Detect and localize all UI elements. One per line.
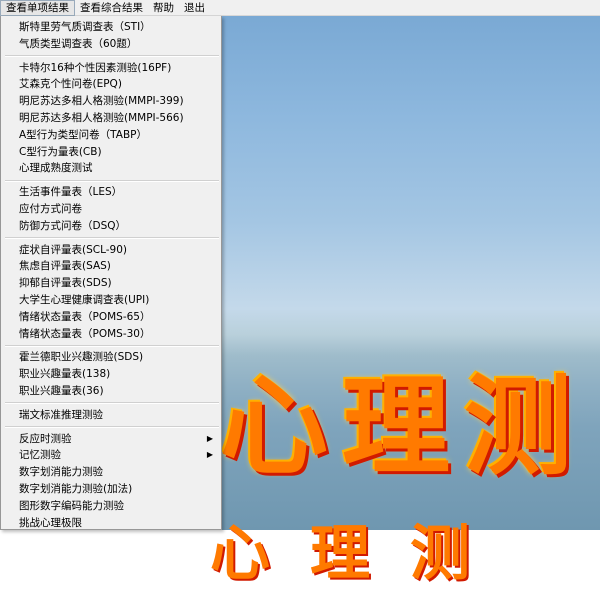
menu-item-label: 斯特里劳气质调查表（STI） (19, 21, 151, 33)
menu-item[interactable]: 职业兴趣量表(36) (1, 383, 221, 400)
menu-item-label: 反应时测验 (19, 432, 72, 445)
menu-item-label: 明尼苏达多相人格测验(MMPI-399) (19, 95, 184, 108)
menu-item-label: 霍兰德职业兴趣测验(SDS) (19, 351, 144, 364)
menu-separator (5, 237, 219, 240)
menu-item[interactable]: 气质类型调查表（60题） (1, 36, 221, 53)
menu-item-label: 瑞文标准推理测验 (19, 408, 103, 421)
menu-item[interactable]: 数字划消能力测验 (1, 464, 221, 481)
menu-item[interactable]: 瑞文标准推理测验 (1, 407, 221, 424)
menu-item-label: A型行为类型问卷（TABP） (19, 128, 147, 141)
menu-item[interactable]: 艾森克个性问卷(EPQ) (1, 76, 221, 93)
menu-item-label: 职业兴趣量表(138) (19, 368, 111, 381)
menu-item-label: 记忆测验 (19, 449, 61, 462)
menu-item[interactable]: 焦虑自评量表(SAS) (1, 258, 221, 275)
submenu-arrow-icon: ▶ (206, 450, 213, 460)
menu-item-label: 心理成熟度测试 (19, 162, 93, 175)
menu-item[interactable]: 抑郁自评量表(SDS) (1, 275, 221, 292)
menu-item[interactable]: 斯特里劳气质调查表（STI） (1, 19, 221, 36)
submenu-arrow-icon: ▶ (206, 433, 213, 443)
menu-item-label: 症状自评量表(SCL-90) (19, 243, 128, 256)
menu-item-label: 应付方式问卷 (19, 202, 82, 215)
menu-separator (5, 55, 219, 58)
menu-item[interactable]: 霍兰德职业兴趣测验(SDS) (1, 349, 221, 366)
menu-item[interactable]: 心理成熟度测试 (1, 160, 221, 177)
menu-bar: 查看单项结果 查看综合结果 帮助 退出 (0, 0, 600, 16)
menu-item-label: 职业兴趣量表(36) (19, 384, 104, 397)
menu-item[interactable]: 职业兴趣量表(138) (1, 366, 221, 383)
menu-item[interactable]: 防御方式问卷（DSQ） (1, 218, 221, 235)
menu-item[interactable]: 数字划消能力测验(加法) (1, 481, 221, 498)
menu-item[interactable]: A型行为类型问卷（TABP） (1, 127, 221, 144)
menu-item[interactable]: 图形数字编码能力测验 (1, 498, 221, 515)
menu-item-label: C型行为量表(CB) (19, 145, 102, 158)
menu-item[interactable]: C型行为量表(CB) (1, 144, 221, 161)
menu-item-label: 生活事件量表（LES） (19, 186, 123, 199)
menu-item[interactable]: 明尼苏达多相人格测验(MMPI-566) (1, 110, 221, 127)
menu-separator (5, 344, 219, 347)
menu-combined-result[interactable]: 查看综合结果 (75, 0, 148, 16)
menu-item-label: 明尼苏达多相人格测验(MMPI-566) (19, 111, 184, 124)
menu-separator (5, 402, 219, 405)
menu-help[interactable]: 帮助 (148, 0, 179, 16)
menu-item-label: 防御方式问卷（DSQ） (19, 219, 127, 232)
menu-item[interactable]: 情绪状态量表（POMS-65） (1, 309, 221, 326)
menu-item-label: 艾森克个性问卷(EPQ) (19, 78, 122, 91)
menu-item-label: 情绪状态量表（POMS-65） (19, 310, 151, 323)
menu-item-label: 图形数字编码能力测验 (19, 499, 124, 512)
menu-item-label: 大学生心理健康调查表(UPI) (19, 293, 150, 306)
menu-single-result[interactable]: 查看单项结果 (0, 0, 75, 16)
menu-item[interactable]: 挑战心理极限 (1, 515, 221, 529)
menu-item[interactable]: 生活事件量表（LES） (1, 184, 221, 201)
background-title-text: 心理测 (220, 365, 587, 490)
menu-item-label: 数字划消能力测验(加法) (19, 482, 133, 495)
menu-item[interactable]: 明尼苏达多相人格测验(MMPI-399) (1, 93, 221, 110)
menu-item[interactable]: 应付方式问卷 (1, 201, 221, 218)
background-title-text-lower: 心理测 (210, 519, 510, 589)
menu-exit[interactable]: 退出 (179, 0, 210, 16)
menu-item-label: 卡特尔16种个性因素测验(16PF) (19, 61, 172, 74)
menu-separator (5, 179, 219, 182)
menu-item[interactable]: 大学生心理健康调查表(UPI) (1, 292, 221, 309)
menu-item[interactable]: 反应时测验 ▶ (1, 431, 221, 448)
menu-separator (5, 426, 219, 429)
menu-item-label: 数字划消能力测验 (19, 466, 103, 479)
menu-item[interactable]: 卡特尔16种个性因素测验(16PF) (1, 60, 221, 77)
menu-item[interactable]: 情绪状态量表（POMS-30） (1, 326, 221, 343)
menu-item-label: 抑郁自评量表(SDS) (19, 277, 112, 290)
menu-item-label: 情绪状态量表（POMS-30） (19, 327, 151, 340)
menu-item[interactable]: 记忆测验 ▶ (1, 447, 221, 464)
single-result-dropdown-menu: 斯特里劳气质调查表（STI） 气质类型调查表（60题） 卡特尔16种个性因素测验(1… (0, 16, 222, 530)
menu-item-label: 焦虑自评量表(SAS) (19, 260, 111, 273)
menu-item[interactable]: 症状自评量表(SCL-90) (1, 242, 221, 259)
menu-item-label: 挑战心理极限 (19, 516, 82, 529)
menu-item-label: 气质类型调查表（60题） (19, 37, 138, 50)
